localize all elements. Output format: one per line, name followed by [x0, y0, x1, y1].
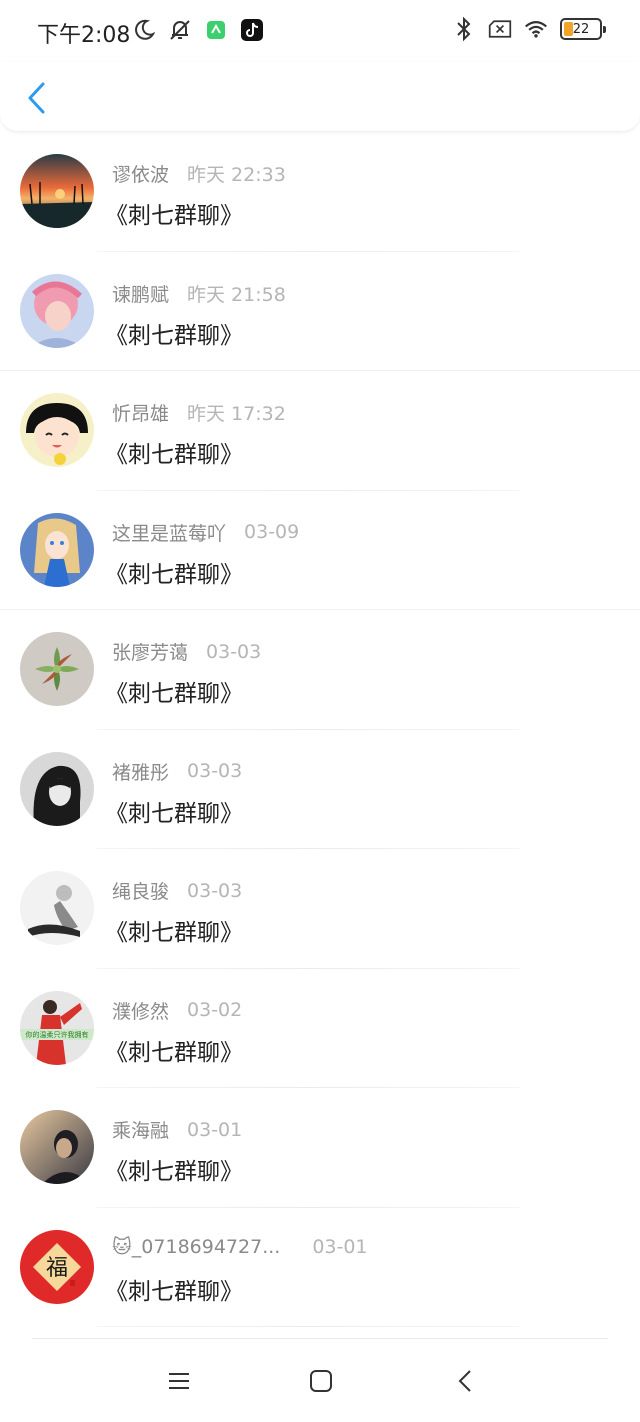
avatar[interactable] — [20, 273, 94, 348]
list-item[interactable]: 张廖芳蔼 03-03 《刺七群聊》 — [0, 610, 640, 730]
list-item[interactable]: 你的温柔只许我拥有 濮修然 03-02 《刺七群聊》 — [0, 969, 640, 1088]
title-bar — [0, 62, 640, 132]
item-header: 褚雅彤 03-03 — [112, 758, 242, 785]
item-message: 《刺七群聊》 — [105, 1159, 243, 1185]
list-item[interactable]: 谏鹏赋 昨天 21:58 《刺七群聊》 — [0, 252, 640, 371]
item-name: 谬依波 — [112, 164, 170, 186]
item-message: 《刺七群聊》 — [105, 1039, 243, 1066]
list-item[interactable]: 这里是蓝莓吖 03-09 《刺七群聊》 — [0, 491, 640, 610]
list-item[interactable]: 绳良骏 03-03 《刺七群聊》 — [0, 849, 640, 969]
item-time: 昨天 22:33 — [187, 164, 286, 186]
item-name: 忻昂雄 — [112, 403, 170, 425]
battery-icon: 22 — [560, 18, 606, 40]
home-button[interactable] — [306, 1367, 336, 1395]
chevron-left-icon — [28, 82, 45, 114]
item-message: 《刺七群聊》 — [105, 1278, 243, 1305]
avatar[interactable] — [20, 512, 94, 587]
list-item[interactable]: 褚雅彤 03-03 《刺七群聊》 — [0, 730, 640, 849]
item-time: 03-03 — [206, 640, 262, 663]
status-time: 下午2:08 — [37, 23, 131, 48]
avatar[interactable] — [20, 751, 94, 826]
item-name: 谏鹏赋 — [112, 283, 170, 306]
item-header: 🐱_0718694727... 03-01 — [112, 1236, 368, 1258]
item-header: 谏鹏赋 昨天 21:58 — [112, 280, 286, 307]
menu-button[interactable] — [164, 1367, 194, 1395]
avatar[interactable]: 你的温柔只许我拥有 — [20, 990, 94, 1065]
avatar[interactable] — [20, 393, 94, 467]
back-triangle-icon — [458, 1370, 471, 1392]
divider — [96, 1326, 520, 1327]
item-name: 这里是蓝莓吖 — [112, 522, 227, 545]
menu-icon — [169, 1373, 189, 1389]
list-item[interactable]: 谬依波 昨天 22:33 《刺七群聊》 — [0, 132, 640, 252]
home-square-icon — [310, 1370, 332, 1392]
item-name: 张廖芳蔼 — [112, 642, 189, 664]
avatar[interactable] — [20, 154, 94, 228]
status-right-icons: 22 — [452, 16, 606, 42]
bell-off-icon — [168, 17, 192, 43]
item-header: 濮修然 03-02 — [112, 997, 242, 1024]
item-time: 03-01 — [312, 1235, 368, 1258]
battery-fill — [564, 22, 573, 36]
item-name: 濮修然 — [112, 1000, 170, 1023]
item-name: 绳良骏 — [112, 881, 170, 903]
wifi-icon — [524, 16, 548, 42]
item-time: 03-09 — [244, 521, 300, 543]
item-message: 《刺七群聊》 — [105, 681, 243, 707]
item-message: 《刺七群聊》 — [105, 442, 243, 468]
avatar-caption: 福 — [46, 1256, 68, 1281]
tiktok-icon — [240, 17, 264, 43]
item-name: 乘海融 — [112, 1120, 170, 1142]
avatar[interactable] — [20, 871, 94, 945]
status-left-icons — [132, 17, 264, 43]
list-item[interactable]: 忻昂雄 昨天 17:32 《刺七群聊》 — [0, 371, 640, 491]
no-sim-icon — [488, 16, 512, 42]
avatar[interactable] — [20, 1110, 94, 1184]
avatar[interactable] — [20, 632, 94, 706]
list-item[interactable]: 乘海融 03-01 《刺七群聊》 — [0, 1088, 640, 1208]
item-header: 张廖芳蔼 03-03 — [112, 638, 261, 665]
back-button[interactable] — [18, 78, 54, 118]
nav-back-button[interactable] — [450, 1367, 480, 1395]
item-name: 褚雅彤 — [112, 761, 170, 784]
item-header: 乘海融 03-01 — [112, 1116, 242, 1143]
avatar-caption: 你的温柔只许我拥有 — [26, 1030, 89, 1039]
item-message: 《刺七群聊》 — [105, 920, 243, 946]
item-time: 03-03 — [187, 760, 243, 782]
item-header: 这里是蓝莓吖 03-09 — [112, 519, 299, 546]
item-name: 🐱_0718694727... — [112, 1235, 281, 1258]
item-header: 绳良骏 03-03 — [112, 877, 242, 904]
item-message: 《刺七群聊》 — [105, 203, 243, 229]
item-message: 《刺七群聊》 — [105, 800, 243, 827]
notification-list: 谬依波 昨天 22:33 《刺七群聊》 谏鹏赋 昨天 21:58 《刺七群聊》 … — [0, 132, 640, 1327]
moon-icon — [132, 17, 156, 43]
item-message: 《刺七群聊》 — [105, 561, 243, 588]
item-time: 昨天 21:58 — [187, 283, 286, 306]
item-time: 03-03 — [187, 879, 243, 902]
bluetooth-icon — [452, 16, 476, 42]
item-message: 《刺七群聊》 — [105, 322, 243, 349]
item-time: 03-02 — [187, 999, 243, 1021]
avatar[interactable]: 福 — [20, 1229, 94, 1304]
item-time: 昨天 17:32 — [187, 403, 286, 425]
green-app-icon — [204, 17, 228, 43]
item-time: 03-01 — [187, 1118, 243, 1141]
list-item[interactable]: 福 🐱_0718694727... 03-01 《刺七群聊》 — [0, 1208, 640, 1327]
item-header: 忻昂雄 昨天 17:32 — [112, 399, 286, 426]
navigation-bar — [32, 1338, 608, 1422]
item-header: 谬依波 昨天 22:33 — [112, 160, 286, 187]
battery-level: 22 — [572, 21, 590, 37]
status-bar: 下午2:08 22 — [0, 0, 640, 62]
